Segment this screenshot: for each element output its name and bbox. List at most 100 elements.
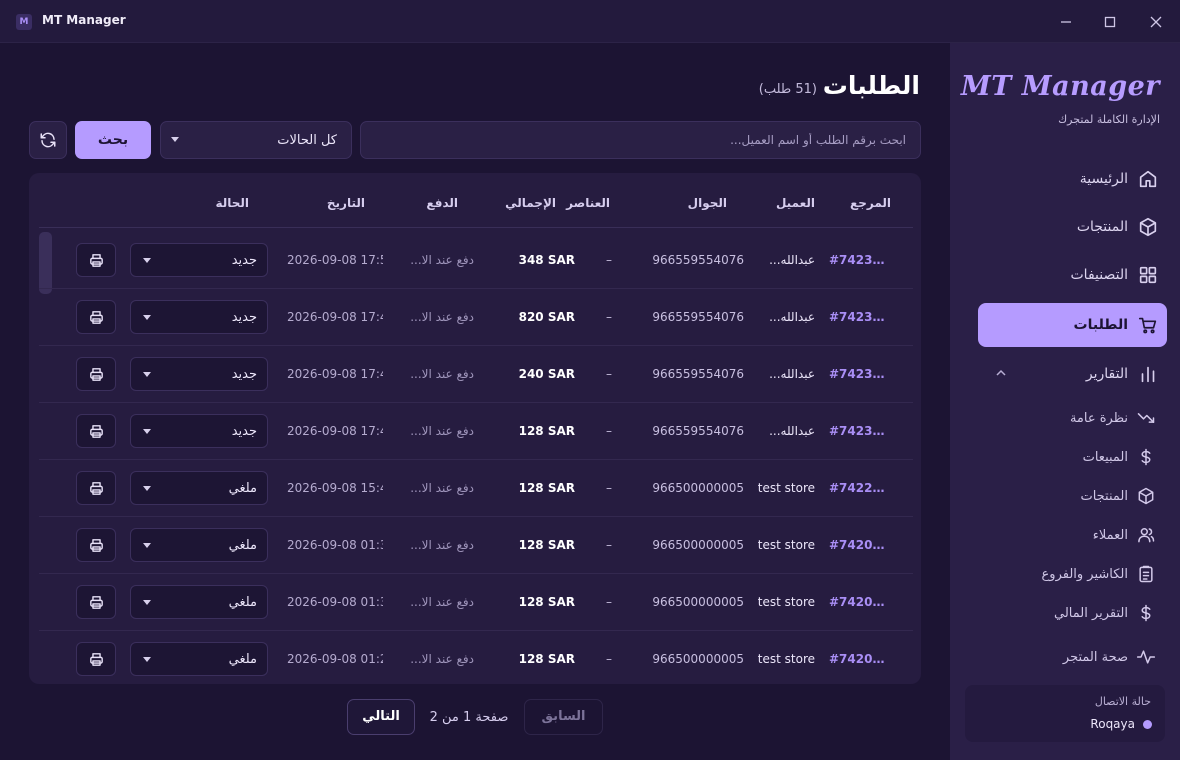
dollar-icon xyxy=(1136,447,1156,467)
order-date: 2026-09-08 15:4... xyxy=(287,481,383,495)
search-input[interactable] xyxy=(360,121,921,159)
nav-products[interactable]: المنتجات xyxy=(978,205,1167,249)
order-status-select[interactable]: ملغي xyxy=(130,585,268,619)
customer-phone: 966559554076 xyxy=(652,253,744,267)
connected-user: Roqaya xyxy=(1090,717,1135,731)
status-filter-value: كل الحالات xyxy=(277,133,337,148)
orders-count: (51 طلب) xyxy=(758,82,817,97)
sub-cashiers-branches[interactable]: الكاشير والفروع xyxy=(1042,559,1156,589)
sub-label: المنتجات xyxy=(1080,488,1128,504)
order-ref-link[interactable]: #74202218 xyxy=(829,652,891,666)
refresh-button[interactable] xyxy=(29,121,67,159)
print-button[interactable] xyxy=(76,243,116,277)
sub-overview[interactable]: نظرة عامة xyxy=(1070,403,1156,433)
payment-method: دفع عند الا... xyxy=(410,652,474,666)
caret-down-icon xyxy=(143,486,151,491)
app-logo-icon: M xyxy=(16,14,32,30)
sub-store-health[interactable]: صحة المتجر xyxy=(1063,642,1156,672)
nav-categories[interactable]: التصنيفات xyxy=(978,253,1167,297)
print-button[interactable] xyxy=(76,528,116,562)
header-total: الإجمالي xyxy=(505,196,556,210)
order-status-select[interactable]: جديد xyxy=(130,357,268,391)
table-row: #74234159 عبدالله... 966559554076 – 240 SAR د… xyxy=(29,346,921,403)
close-icon[interactable] xyxy=(1144,10,1168,34)
header-payment: الدفع xyxy=(426,196,458,210)
box-icon xyxy=(1137,216,1159,238)
header-items: العناصر xyxy=(566,196,610,210)
minimize-icon[interactable] xyxy=(1054,10,1078,34)
customer-phone: 966500000005 xyxy=(652,652,744,666)
sub-sales[interactable]: المبيعات xyxy=(1083,442,1156,472)
cart-icon xyxy=(1137,314,1159,336)
payment-method: دفع عند الا... xyxy=(410,253,474,267)
order-ref-link[interactable]: #74234161 xyxy=(829,310,891,324)
nav-orders[interactable]: الطلبات xyxy=(978,303,1167,347)
order-status-select[interactable]: جديد xyxy=(130,243,268,277)
grid-icon xyxy=(1137,264,1159,286)
order-status-value: جديد xyxy=(231,310,257,325)
order-ref-link[interactable]: #74202247 xyxy=(829,595,891,609)
print-button[interactable] xyxy=(76,642,116,676)
order-status-value: جديد xyxy=(231,253,257,268)
page-indicator: صفحة 1 من 2 xyxy=(429,710,509,725)
order-ref-link[interactable]: #74227845 xyxy=(829,481,891,495)
order-status-select[interactable]: ملغي xyxy=(130,528,268,562)
connection-label: حالة الاتصال xyxy=(1094,695,1151,708)
sub-financial-report[interactable]: التقرير المالي xyxy=(1054,598,1156,628)
search-button[interactable]: بحث xyxy=(75,121,151,159)
print-button[interactable] xyxy=(76,357,116,391)
print-button[interactable] xyxy=(76,585,116,619)
customer-name: test store xyxy=(757,538,815,552)
payment-method: دفع عند الا... xyxy=(410,310,474,324)
customer-phone: 966559554076 xyxy=(652,424,744,438)
sub-customers[interactable]: العملاء xyxy=(1093,520,1156,550)
order-items: – xyxy=(606,595,612,609)
order-ref-link[interactable]: #74234155 xyxy=(829,424,891,438)
customer-name: عبدالله... xyxy=(769,253,815,267)
sub-products[interactable]: المنتجات xyxy=(1080,481,1156,511)
nav-label: التقارير xyxy=(1085,366,1128,382)
maximize-icon[interactable] xyxy=(1098,10,1122,34)
nav-label: الرئيسية xyxy=(1079,171,1128,187)
sub-label: نظرة عامة xyxy=(1069,410,1128,426)
order-status-select[interactable]: جديد xyxy=(130,414,268,448)
caret-down-icon xyxy=(143,372,151,377)
table-row: #74202218 test store 966500000005 – 128 SAR د… xyxy=(29,631,921,684)
order-date: 2026-09-08 01:3... xyxy=(287,538,383,552)
order-status-select[interactable]: ملغي xyxy=(130,471,268,505)
order-date: 2026-09-08 17:5... xyxy=(287,253,383,267)
next-page-button[interactable]: التالي xyxy=(347,699,415,735)
header-status: الحالة xyxy=(215,196,249,210)
order-total: 348 SAR xyxy=(518,253,575,267)
print-button[interactable] xyxy=(76,414,116,448)
order-status-select[interactable]: ملغي xyxy=(130,642,268,676)
order-date: 2026-09-08 01:2... xyxy=(287,652,383,666)
header-divider xyxy=(39,227,913,228)
pulse-icon xyxy=(1136,647,1156,667)
order-items: – xyxy=(606,310,612,324)
caret-down-icon xyxy=(143,600,151,605)
caret-down-icon xyxy=(143,543,151,548)
nav-home[interactable]: الرئيسية xyxy=(978,157,1167,201)
status-filter-select[interactable]: كل الحالات xyxy=(160,121,352,159)
users-icon xyxy=(1136,525,1156,545)
order-ref-link[interactable]: #74202269 xyxy=(829,538,891,552)
table-row: #74227845 test store 966500000005 – 128 SAR د… xyxy=(29,460,921,517)
caret-down-icon xyxy=(171,137,179,142)
order-items: – xyxy=(606,538,612,552)
order-ref-link[interactable]: #742345... xyxy=(829,253,891,267)
order-items: – xyxy=(606,424,612,438)
order-status-value: جديد xyxy=(231,367,257,382)
prev-page-button[interactable]: السابق xyxy=(524,699,603,735)
print-button[interactable] xyxy=(76,300,116,334)
order-status-select[interactable]: جديد xyxy=(130,300,268,334)
nav-reports[interactable]: التقارير xyxy=(978,352,1167,396)
sub-label: صحة المتجر xyxy=(1062,649,1128,665)
print-button[interactable] xyxy=(76,471,116,505)
header-phone: الجوال xyxy=(687,196,727,210)
order-ref-link[interactable]: #74234159 xyxy=(829,367,891,381)
chevron-up-icon[interactable] xyxy=(994,366,1008,380)
order-status-value: ملغي xyxy=(228,652,257,667)
header-date: التاريخ xyxy=(326,196,365,210)
order-total: 128 SAR xyxy=(518,481,575,495)
